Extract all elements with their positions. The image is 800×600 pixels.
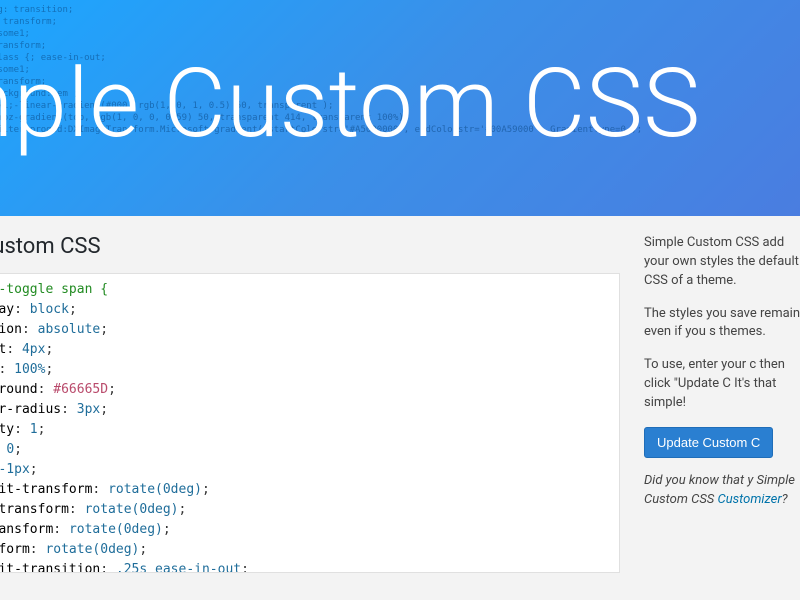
main-column: Custom CSS enu-toggle span {splay: block… xyxy=(0,234,636,600)
page-body: Custom CSS enu-toggle span {splay: block… xyxy=(0,216,800,600)
sidebar: Simple Custom CSS add your own styles th… xyxy=(636,234,800,600)
css-editor[interactable]: enu-toggle span {splay: block;sition: ab… xyxy=(0,273,620,573)
sidebar-intro-2: The styles you save remain even if you s… xyxy=(644,305,800,343)
customizer-link[interactable]: Customizer xyxy=(718,492,782,507)
sidebar-intro-1: Simple Custom CSS add your own styles th… xyxy=(644,234,800,291)
sidebar-intro-3: To use, enter your c then click "Update … xyxy=(644,356,800,413)
sidebar-customizer-note: Did you know that y Simple Custom CSS Cu… xyxy=(644,472,800,510)
hero-banner: eg: transition; ; transform; #some1; tra… xyxy=(0,0,800,216)
update-custom-css-button[interactable]: Update Custom C xyxy=(644,427,773,458)
hero-title: mple Custom CSS xyxy=(0,48,701,160)
page-title: Custom CSS xyxy=(0,234,620,259)
